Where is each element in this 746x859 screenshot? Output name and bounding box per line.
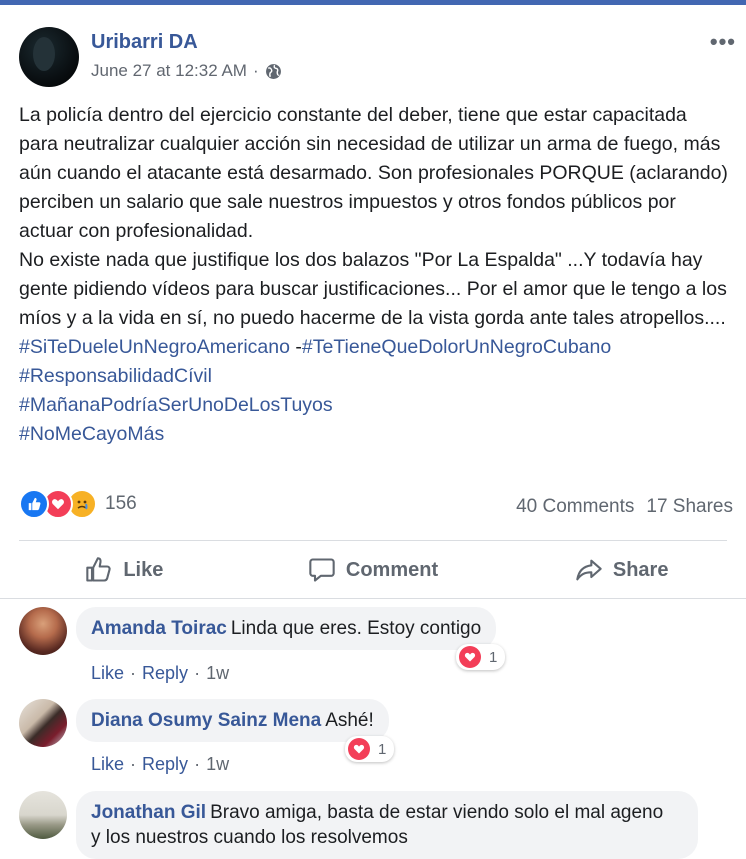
hashtag-link[interactable]: #NoMeCayoMás <box>19 423 164 445</box>
like-button[interactable]: Like <box>0 545 249 595</box>
post-card: Uribarri DA June 27 at 12:32 AM · ••• La… <box>0 5 746 859</box>
thumbs-up-icon <box>86 557 111 582</box>
comment-button[interactable]: Comment <box>249 545 498 595</box>
commenter-name[interactable]: Jonathan Gil <box>91 802 206 823</box>
commenter-name[interactable]: Diana Osumy Sainz Mena <box>91 710 321 731</box>
shares-count-link[interactable]: 17 Shares <box>646 496 733 518</box>
reactions-summary[interactable]: 156 <box>19 489 137 519</box>
hashtag-line-2: #ResponsabilidadCívil <box>19 362 729 391</box>
avatar-face <box>33 37 55 71</box>
love-reaction-icon <box>459 646 481 668</box>
comment-reaction-badge[interactable]: 1 <box>345 736 395 762</box>
comment-icon <box>309 558 335 582</box>
comment-text: y los nuestros cuando los resolvemos <box>91 827 408 848</box>
author-avatar[interactable] <box>19 27 79 87</box>
comment-text: Bravo amiga, basta de estar viendo solo … <box>210 802 664 823</box>
like-label: Like <box>123 558 164 581</box>
comments-count-link[interactable]: 40 Comments <box>516 496 634 518</box>
hashtag-link[interactable]: #MañanaPodríaSerUnoDeLosTuyos <box>19 394 333 416</box>
comment-reaction-badge[interactable]: 1 <box>456 644 506 670</box>
share-label: Share <box>612 558 669 581</box>
comment-reaction-count: 1 <box>489 648 498 666</box>
separator-dot: · <box>130 663 137 683</box>
comment-like-link[interactable]: Like <box>91 663 124 684</box>
hashtag-line-4: #NoMeCayoMás <box>19 420 729 449</box>
post-paragraph-2: No existe nada que justifique los dos ba… <box>19 249 727 329</box>
more-options-button[interactable]: ••• <box>710 29 736 55</box>
comment-bubble: Jonathan Gil Bravo amiga, basta de estar … <box>76 791 698 859</box>
hashtag-line-3: #MañanaPodríaSerUnoDeLosTuyos <box>19 391 729 420</box>
comment-reaction-count: 1 <box>378 740 387 758</box>
hashtag-separator: - <box>289 336 302 358</box>
share-icon <box>576 559 602 581</box>
like-reaction-icon <box>19 489 49 519</box>
separator-dot: · <box>194 663 201 683</box>
comment-text: Linda que eres. Estoy contigo <box>230 618 482 639</box>
post-paragraph-1: La policía dentro del ejercicio constant… <box>19 104 728 242</box>
hashtag-link[interactable]: #ResponsabilidadCívil <box>19 365 212 387</box>
engagement-counts: 40 Comments 17 Shares <box>516 496 733 518</box>
comment-time[interactable]: 1w <box>206 663 229 684</box>
meta-separator: · <box>252 61 259 80</box>
divider <box>19 540 727 541</box>
comment-actions: Like · Reply · 1w <box>91 663 229 684</box>
divider <box>0 598 746 599</box>
post-timestamp[interactable]: June 27 at 12:32 AM <box>91 61 247 81</box>
commenter-avatar[interactable] <box>19 791 67 839</box>
separator-dot: · <box>194 754 201 774</box>
comment-like-link[interactable]: Like <box>91 754 124 775</box>
globe-icon <box>265 63 281 79</box>
hashtag-line-1: #SiTeDueleUnNegroAmericano -#TeTieneQueD… <box>19 333 729 362</box>
separator-dot: · <box>130 754 137 774</box>
comment-bubble: Diana Osumy Sainz Mena Ashé! <box>76 699 389 742</box>
comment-reply-link[interactable]: Reply <box>142 754 188 775</box>
comment-time[interactable]: 1w <box>206 754 229 775</box>
comment-label: Comment <box>345 558 439 581</box>
comment-actions: Like · Reply · 1w <box>91 754 229 775</box>
reaction-count: 156 <box>105 493 137 514</box>
commenter-name[interactable]: Amanda Toirac <box>91 618 227 639</box>
commenter-avatar[interactable] <box>19 699 67 747</box>
comment-bubble: Amanda Toirac Linda que eres. Estoy conti… <box>76 607 497 650</box>
post-meta: June 27 at 12:32 AM · <box>91 61 282 81</box>
share-button[interactable]: Share <box>497 545 746 595</box>
hashtag-link[interactable]: #TeTieneQueDolorUnNegroCubano <box>302 336 611 358</box>
comment-reply-link[interactable]: Reply <box>142 663 188 684</box>
post-body: La policía dentro del ejercicio constant… <box>19 101 729 449</box>
love-reaction-icon <box>348 738 370 760</box>
post-actions-bar: Like Comment Share <box>0 545 746 595</box>
commenter-avatar[interactable] <box>19 607 67 655</box>
hashtag-link[interactable]: #SiTeDueleUnNegroAmericano <box>19 336 290 358</box>
comment-text: Ashé! <box>325 710 374 731</box>
author-name[interactable]: Uribarri DA <box>91 31 198 54</box>
